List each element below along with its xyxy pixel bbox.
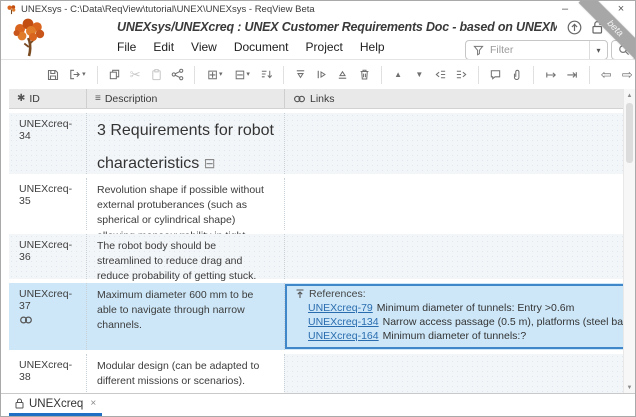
minimize-button[interactable]: – [551,1,579,17]
menu-file[interactable]: File [117,40,136,54]
share-links-button[interactable] [170,66,185,83]
column-header-description[interactable]: ≡ Description [86,89,284,108]
incoming-links-button[interactable]: ⇥ [565,66,580,83]
row-links-cell[interactable] [284,178,624,230]
menu-bar: File Edit View Document Project Help [117,40,385,54]
row-heading[interactable]: 3 Requirements for robot characteristics… [86,113,284,174]
tab-unexcreq[interactable]: UNEXcreq × [9,394,103,416]
reference-item: UNEXcreq-134 Narrow access passage (0.5 m… [308,316,624,328]
menu-view[interactable]: View [191,40,217,54]
move-up-button[interactable]: ▲ [391,66,406,83]
tab-lock-icon [15,398,24,409]
cut-button[interactable]: ✂ [128,66,143,83]
document-tab-bar: UNEXcreq × [1,393,635,416]
outdent-button[interactable] [433,66,448,83]
app-icon [7,4,16,14]
column-header-id[interactable]: ✱ ID [9,89,86,108]
row-links-cell[interactable] [284,113,624,174]
has-links-icon [20,316,32,324]
references-label: References: [309,288,366,300]
row-id[interactable]: UNEXcreq-37 [9,283,86,350]
expand-caret-icon: ▾ [218,71,223,78]
tab-label: UNEXcreq [29,397,84,410]
requirements-table: ◂ ✱ ID ≡ Description Links [1,89,635,394]
table-row[interactable]: UNEXcreq-34 3 Requirements for robot cha… [9,113,624,174]
table-row-selected[interactable]: UNEXcreq-37 Maximum diameter 600 mm to b… [9,283,624,350]
outgoing-links-button[interactable]: ↦ [543,66,558,83]
delete-button[interactable] [356,66,371,83]
tab-close-icon[interactable]: × [90,398,96,409]
expand-button[interactable]: ⊞ ▾ [204,66,225,83]
filter-box: ▾ [465,40,608,60]
reqview-window: UNEXsys - C:\Data\ReqView\tutorial\UNEX\… [0,0,636,417]
row-id[interactable]: UNEXcreq-34 [9,113,86,174]
indent-button[interactable] [454,66,469,83]
row-id[interactable]: UNEXcreq-35 [9,178,86,230]
scroll-up-icon[interactable]: ▲ [624,90,635,101]
copy-button[interactable] [106,66,121,83]
sort-button[interactable] [259,66,274,83]
row-id[interactable]: UNEXcreq-38 [9,354,86,394]
move-down-button[interactable]: ▼ [412,66,427,83]
collapse-button[interactable]: ⊟ ▾ [231,66,252,83]
window-titlebar: UNEXsys - C:\Data\ReqView\tutorial\UNEX\… [1,1,635,17]
reference-link[interactable]: UNEXcreq-134 [308,316,379,328]
collapse-caret-icon: ▾ [246,71,250,78]
row-description[interactable]: Maximum diameter 600 mm to be able to na… [86,283,284,350]
reference-item: UNEXcreq-164 Minimum diameter of tunnels:… [308,330,527,342]
insert-child-button[interactable] [314,66,329,83]
menu-document[interactable]: Document [234,40,289,54]
app-header: UNEXsys/UNEXcreq : UNEX Customer Require… [1,17,635,60]
id-column-icon: ✱ [17,93,26,104]
row-description[interactable]: The robot body should be streamlined to … [86,234,284,282]
row-links-cell[interactable] [284,234,624,279]
row-links-cell[interactable] [284,354,624,394]
filter-dropdown-caret[interactable]: ▾ [589,41,607,59]
table-row[interactable]: UNEXcreq-35 Revolution shape if possible… [9,178,624,257]
save-button[interactable] [45,66,60,83]
window-title: UNEXsys - C:\Data\ReqView\tutorial\UNEX\… [21,3,315,15]
reference-item: UNEXcreq-79 Minimum diameter of tunnels: … [308,302,575,314]
attachment-button[interactable] [509,66,524,83]
menu-edit[interactable]: Edit [153,40,174,54]
scroll-down-icon[interactable]: ▼ [624,382,635,393]
links-cell-selected[interactable]: References: UNEXcreq-79 Minimum diameter … [285,284,624,349]
filter-funnel-icon [473,45,484,56]
publish-icon[interactable] [567,20,582,35]
reqview-logo-icon [13,18,45,57]
heading-collapse-icon[interactable]: ⊟ [204,155,216,171]
vertical-scrollbar[interactable]: ▲ ▼ [623,89,635,394]
reference-link[interactable]: UNEXcreq-79 [308,302,373,314]
navigate-back-button[interactable]: ⇦ [599,66,614,83]
row-description[interactable]: Modular design (can be adapted to differ… [86,354,284,394]
navigate-forward-button[interactable]: ⇨ [620,66,635,83]
filter-input[interactable] [488,43,589,57]
comment-button[interactable] [488,66,503,83]
references-out-icon [296,289,304,298]
reference-link[interactable]: UNEXcreq-164 [308,330,379,342]
scrollbar-thumb[interactable] [626,103,633,163]
description-column-icon: ≡ [95,93,101,104]
links-column-icon [294,95,305,102]
menu-help[interactable]: Help [360,40,385,54]
table-row[interactable]: UNEXcreq-38 Modular design (can be adapt… [9,354,624,394]
insert-after-button[interactable] [293,66,308,83]
table-header: ✱ ID ≡ Description Links [9,89,624,109]
insert-before-button[interactable] [335,66,350,83]
row-id[interactable]: UNEXcreq-36 [9,234,86,279]
row-description[interactable]: Revolution shape if possible without ext… [86,178,284,257]
toolbar: ▾ ✂ ⊞ ▾ ⊟ ▾ ▲ ▼ ↦ ⇥ ⇦ ⇨ [1,59,635,90]
export-caret-icon: ▾ [82,71,86,78]
table-row[interactable]: UNEXcreq-36 The robot body should be str… [9,234,624,282]
row-links-cell[interactable]: References: UNEXcreq-79 Minimum diameter … [284,283,624,350]
document-title: UNEXsys/UNEXcreq : UNEX Customer Require… [117,20,557,34]
column-header-links[interactable]: Links [284,89,624,108]
menu-project[interactable]: Project [306,40,343,54]
export-button[interactable]: ▾ [66,66,87,83]
paste-button[interactable] [149,66,164,83]
